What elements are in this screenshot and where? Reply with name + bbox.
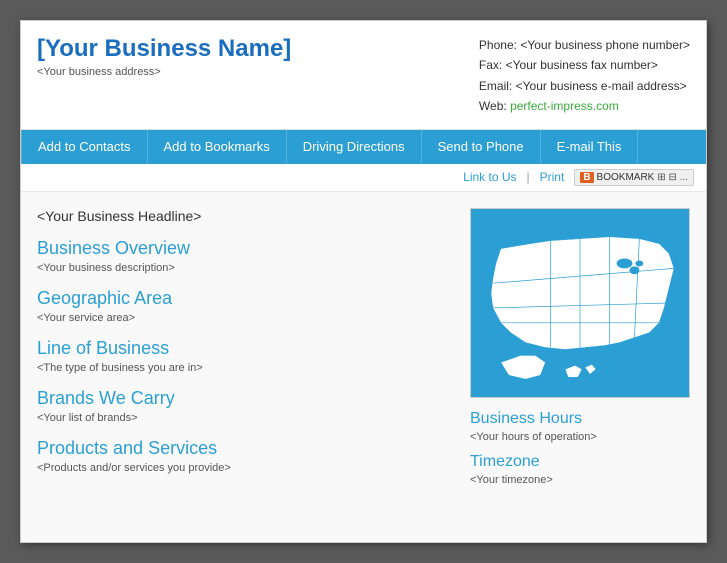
web-label: Web: [479,99,507,113]
email-value: <Your business e-mail address> [516,79,687,93]
header: [Your Business Name] <Your business addr… [21,21,706,130]
section-desc-lob: <The type of business you are in> [37,362,450,374]
nav-add-bookmarks[interactable]: Add to Bookmarks [148,130,287,164]
nav-email-this[interactable]: E-mail This [541,130,639,164]
fax-value: <Your business fax number> [506,58,658,72]
link-to-us[interactable]: Link to Us [463,170,516,184]
section-desc-brands: <Your list of brands> [37,412,450,424]
right-section-desc-timezone: <Your timezone> [470,474,690,486]
print-link[interactable]: Print [540,170,565,184]
utility-separator: | [527,170,530,184]
right-column: Business Hours <Your hours of operation>… [470,208,690,526]
section-desc-products: <Products and/or services you provide> [37,462,450,474]
email-line: Email: <Your business e-mail address> [479,76,690,96]
phone-label: Phone: [479,38,517,52]
phone-line: Phone: <Your business phone number> [479,35,690,55]
page-container: [Your Business Name] <Your business addr… [20,20,707,543]
nav-send-to-phone[interactable]: Send to Phone [422,130,541,164]
left-column: <Your Business Headline> Business Overvi… [37,208,470,526]
main-content: <Your Business Headline> Business Overvi… [21,192,706,542]
fax-label: Fax: [479,58,502,72]
right-section-title-hours: Business Hours [470,410,690,428]
section-title-lob: Line of Business [37,338,450,359]
web-line: Web: perfect-impress.com [479,96,690,116]
usa-map [471,209,689,397]
bookmark-widget[interactable]: B BOOKMARK ⊞ ⊟ ... [574,169,694,186]
map-container [470,208,690,398]
nav-add-contacts[interactable]: Add to Contacts [21,130,148,164]
business-headline: <Your Business Headline> [37,208,450,224]
utility-bar: Link to Us | Print B BOOKMARK ⊞ ⊟ ... [21,164,706,192]
fax-line: Fax: <Your business fax number> [479,55,690,75]
nav-bar: Add to Contacts Add to Bookmarks Driving… [21,130,706,164]
bookmark-label: BOOKMARK [597,172,655,183]
nav-driving-directions[interactable]: Driving Directions [287,130,422,164]
right-section-title-timezone: Timezone [470,453,690,471]
business-address: <Your business address> [37,66,291,78]
phone-value: <Your business phone number> [520,38,690,52]
header-left: [Your Business Name] <Your business addr… [37,35,291,78]
header-right: Phone: <Your business phone number> Fax:… [479,35,690,117]
bookmark-b-icon: B [580,172,593,183]
section-title-overview: Business Overview [37,238,450,259]
email-label: Email: [479,79,512,93]
section-title-products: Products and Services [37,438,450,459]
section-desc-overview: <Your business description> [37,262,450,274]
bookmark-icons: ⊞ ⊟ ... [657,172,688,183]
right-section-desc-hours: <Your hours of operation> [470,431,690,443]
section-title-brands: Brands We Carry [37,388,450,409]
section-title-geo: Geographic Area [37,288,450,309]
section-desc-geo: <Your service area> [37,312,450,324]
web-value[interactable]: perfect-impress.com [510,99,619,113]
business-name: [Your Business Name] [37,35,291,63]
